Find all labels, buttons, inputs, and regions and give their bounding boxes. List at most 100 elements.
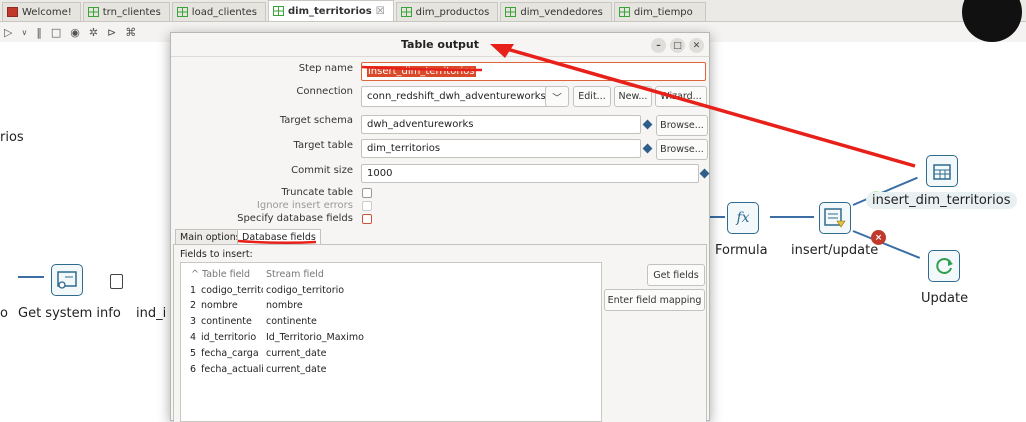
preview-icon[interactable]: ◉ <box>70 26 80 39</box>
transformation-icon <box>176 7 188 17</box>
welcome-icon <box>7 7 18 17</box>
table-row[interactable]: 2 nombre nombre <box>181 299 601 315</box>
variable-icon <box>642 119 653 130</box>
tab-load-clientes[interactable]: load_clientes <box>171 2 266 21</box>
stream-field-cell[interactable]: current_date <box>266 348 326 359</box>
close-tab-icon[interactable]: ☒ <box>376 6 385 17</box>
stream-field-cell[interactable]: Id_Territorio_Maximo <box>266 332 364 343</box>
run-icon[interactable]: ▷ <box>4 26 12 39</box>
table-row[interactable]: 1 codigo_territoriocodigo_territorio <box>181 284 601 300</box>
table-field-cell[interactable]: fecha_actualizacion <box>201 364 263 375</box>
truncate-table-label: Truncate table <box>281 187 353 198</box>
connection-select[interactable]: conn_redshift_dwh_adventureworks <box>361 86 566 107</box>
stream-field-cell[interactable]: nombre <box>266 300 303 311</box>
tab-dim-tiempo[interactable]: dim_tiempo <box>613 2 706 21</box>
insert-dim-territorios-step[interactable] <box>926 155 958 187</box>
row-number: 3 <box>190 316 197 327</box>
minimize-button[interactable]: – <box>651 38 666 53</box>
tab-database-fields[interactable]: Database fields <box>237 229 321 245</box>
maximize-button[interactable]: □ <box>670 38 685 53</box>
step-name-input[interactable]: insert_dim_territorios <box>361 62 706 81</box>
commit-size-value: 1000 <box>367 168 393 179</box>
step-label-insert-update: insert/update <box>791 243 879 258</box>
table-field-cell[interactable]: nombre <box>201 300 263 311</box>
replay-icon[interactable]: ⊳ <box>107 26 116 39</box>
target-schema-value: dwh_adventureworks <box>367 119 474 130</box>
step-name-value: insert_dim_territorios <box>367 66 476 77</box>
step-label-get-system-info: Get system info <box>18 306 121 321</box>
table-field-cell[interactable]: codigo_territorio <box>201 285 263 296</box>
pause-icon[interactable]: ‖ <box>36 26 42 39</box>
browse-schema-button[interactable]: Browse... <box>656 115 708 136</box>
hop-line <box>18 276 44 278</box>
step-label-formula: Formula <box>715 243 768 258</box>
dialog-titlebar: Table output – □ ✕ <box>171 33 709 57</box>
stream-field-cell[interactable]: codigo_territorio <box>266 285 344 296</box>
table-output-dialog: Table output – □ ✕ Step name insert_dim_… <box>170 32 710 422</box>
fields-to-insert-label: Fields to insert: <box>180 249 253 260</box>
target-schema-input[interactable]: dwh_adventureworks <box>361 115 641 134</box>
connection-value: conn_redshift_dwh_adventureworks <box>367 91 546 102</box>
step-label-update: Update <box>921 291 969 306</box>
variable-icon <box>699 168 710 179</box>
copy-rows-icon <box>110 274 123 289</box>
table-field-cell[interactable]: continente <box>201 316 263 327</box>
column-header-table-field[interactable]: Table field <box>202 269 250 280</box>
get-system-info-step[interactable] <box>51 264 83 296</box>
get-fields-button[interactable]: Get fields <box>647 264 705 286</box>
transformation-icon <box>273 6 284 16</box>
wizard-button[interactable]: Wizard... <box>655 86 707 107</box>
truncate-table-checkbox[interactable] <box>362 188 372 198</box>
target-table-input[interactable]: dim_territorios <box>361 139 641 158</box>
insert-update-step[interactable] <box>819 202 851 234</box>
connection-dropdown-button[interactable]: ﹀ <box>545 86 569 107</box>
system-info-icon <box>57 271 77 289</box>
transformation-icon <box>505 7 517 17</box>
close-button[interactable]: ✕ <box>689 38 704 53</box>
table-output-icon <box>933 164 951 180</box>
column-header-stream-field[interactable]: Stream field <box>266 269 324 280</box>
table-field-cell[interactable]: id_territorio <box>201 332 263 343</box>
edit-connection-button[interactable]: Edit... <box>573 86 611 107</box>
ignore-errors-checkbox[interactable] <box>362 201 372 211</box>
sort-icon: ^ <box>191 269 199 280</box>
step-name-label: Step name <box>298 63 353 74</box>
table-row[interactable]: 4 id_territorio Id_Territorio_Maximo <box>181 331 601 347</box>
tab-dim-territorios[interactable]: dim_territorios ☒ <box>268 0 394 21</box>
table-row[interactable]: 5 fecha_carga current_date <box>181 347 601 363</box>
table-row[interactable]: 6 fecha_actualizacioncurrent_date <box>181 363 601 379</box>
tab-main-options[interactable]: Main options <box>175 229 246 245</box>
tab-trn-clientes[interactable]: trn_clientes <box>82 2 170 21</box>
specify-fields-checkbox[interactable] <box>362 214 372 224</box>
formula-step[interactable]: fx <box>727 202 759 234</box>
hop-line <box>770 216 814 218</box>
row-number: 2 <box>190 300 197 311</box>
refresh-icon <box>936 258 953 274</box>
step-label-prefix: o <box>0 306 8 321</box>
target-table-value: dim_territorios <box>367 143 441 154</box>
table-field-cell[interactable]: fecha_carga <box>201 348 263 359</box>
chevron-down-icon: ﹀ <box>552 92 562 104</box>
fields-table[interactable]: ^ Table field Stream field 1 codigo_terri… <box>180 262 602 422</box>
ignore-errors-label: Ignore insert errors <box>256 200 353 211</box>
verify-icon[interactable]: ⌘ <box>125 26 136 39</box>
stream-field-cell[interactable]: current_date <box>266 364 326 375</box>
debug-icon[interactable]: ✲ <box>89 26 98 39</box>
variable-icon <box>642 143 653 154</box>
update-step[interactable] <box>928 250 960 282</box>
table-row[interactable]: 3 continente continente <box>181 315 601 331</box>
stop-icon[interactable]: □ <box>51 26 61 39</box>
target-schema-label: Target schema <box>279 115 353 126</box>
step-label-ind: ind_i <box>136 306 167 321</box>
tab-welcome[interactable]: Welcome! <box>2 2 81 21</box>
new-connection-button[interactable]: New... <box>614 86 652 107</box>
target-table-label: Target table <box>293 140 353 151</box>
tab-dim-productos[interactable]: dim_productos <box>395 2 499 21</box>
enter-field-mapping-button[interactable]: Enter field mapping <box>604 289 705 311</box>
stream-field-cell[interactable]: continente <box>266 316 317 327</box>
browse-table-button[interactable]: Browse... <box>656 139 708 160</box>
commit-size-input[interactable]: 1000 <box>361 164 699 183</box>
tab-dim-vendedores[interactable]: dim_vendedores <box>500 2 612 21</box>
fx-icon: fx <box>736 210 750 226</box>
dropdown-icon[interactable]: ∨ <box>21 28 27 37</box>
